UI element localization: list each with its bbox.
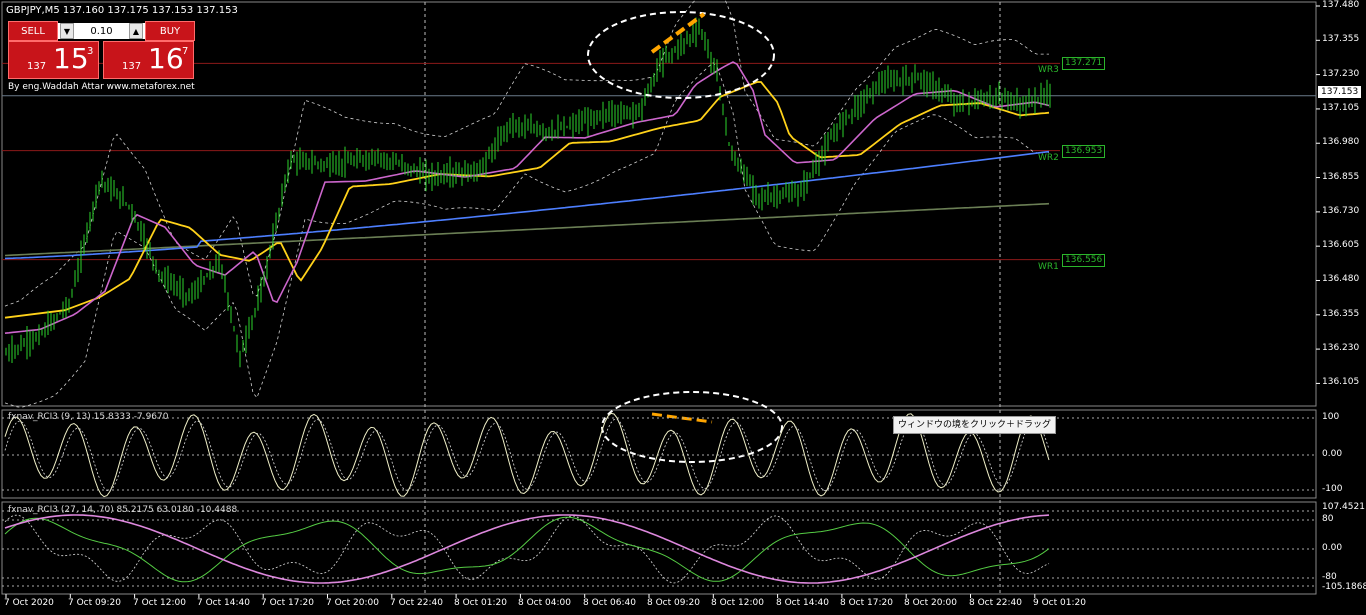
sell-button[interactable]: SELL	[8, 21, 58, 41]
price-axis-label-6: 136.730	[1322, 206, 1360, 216]
price-axis-label-4: 136.980	[1322, 137, 1360, 147]
price-axis-label-9: 136.355	[1322, 309, 1360, 319]
sell-price-point: 3	[87, 46, 94, 57]
time-axis-label-14: 8 Oct 20:00	[904, 598, 957, 608]
indicator2-level-2: 0.00	[1322, 543, 1343, 553]
buy-price-prefix: 137	[122, 61, 142, 72]
time-axis-label-7: 8 Oct 01:20	[454, 598, 507, 608]
price-axis-label-8: 136.480	[1322, 274, 1360, 284]
time-axis-label-10: 8 Oct 09:20	[647, 598, 700, 608]
time-axis-label-6: 7 Oct 22:40	[390, 598, 443, 608]
time-axis-label-1: 7 Oct 09:20	[68, 598, 121, 608]
indicator2-level-1: 80	[1322, 514, 1334, 524]
current-price-tag: 137.153	[1318, 86, 1362, 98]
indicator2-pane-frame	[1, 501, 1317, 595]
indicator1-level-1: 0.00	[1322, 449, 1343, 459]
indicator1-label: fxnav_RCI3 (9, 13) 15.8333 -7.9670	[8, 412, 169, 422]
sell-price-main: 15	[53, 42, 89, 75]
one-click-trading-panel: SELL 0.10 ▼ ▲ BUY 137 15 3 137 16 7	[8, 21, 195, 81]
indicator2-label: fxnav_RCI3 (27, 14, 70) 85.2175 63.0180 …	[8, 505, 238, 515]
price-axis-label-1: 137.355	[1322, 34, 1360, 44]
indicator2-level-4: -105.1868	[1322, 582, 1366, 592]
price-axis-label-0: 137.480	[1322, 0, 1360, 10]
price-axis-label-3: 137.105	[1322, 103, 1360, 113]
ma-blue-line	[4, 150, 1050, 260]
annotation-ellipse-indicator	[601, 391, 783, 463]
chart-window[interactable]: GBPJPY,M5 137.160 137.175 137.153 137.15…	[0, 0, 1366, 615]
buy-price-button[interactable]: 137 16 7	[103, 41, 194, 79]
time-axis-label-5: 7 Oct 20:00	[326, 598, 379, 608]
indicator1-level-0: 100	[1322, 412, 1340, 422]
ma-magenta-line	[4, 61, 1050, 334]
time-axis-label-11: 8 Oct 12:00	[711, 598, 764, 608]
time-axis-label-2: 7 Oct 12:00	[133, 598, 186, 608]
pivot-name-wr2: WR2	[1038, 153, 1059, 163]
price-axis-label-7: 136.605	[1322, 240, 1360, 250]
time-axis-label-9: 8 Oct 06:40	[583, 598, 636, 608]
time-axis-label-16: 9 Oct 01:20	[1033, 598, 1086, 608]
time-axis-label-3: 7 Oct 14:40	[197, 598, 250, 608]
time-axis-label-0: 7 Oct 2020	[4, 598, 54, 608]
indicator2-level-0: 107.4521	[1322, 502, 1365, 512]
sell-price-button[interactable]: 137 15 3	[8, 41, 99, 79]
pivot-value-wr2: 136.953	[1062, 145, 1106, 158]
time-axis-label-13: 8 Oct 17:20	[840, 598, 893, 608]
price-axis-label-5: 136.855	[1322, 172, 1360, 182]
resize-tooltip: ウィンドウの境をクリック＋ドラッグ	[893, 416, 1057, 434]
sell-price-prefix: 137	[27, 61, 47, 72]
price-axis-label-11: 136.105	[1322, 377, 1360, 387]
pivot-name-wr3: WR3	[1038, 65, 1059, 75]
buy-price-main: 16	[148, 42, 184, 75]
time-axis-label-8: 8 Oct 04:00	[518, 598, 571, 608]
symbol-header: GBPJPY,M5 137.160 137.175 137.153 137.15…	[6, 5, 238, 16]
time-axis-label-12: 8 Oct 14:40	[776, 598, 829, 608]
lot-increase-arrow-icon[interactable]: ▲	[129, 23, 143, 39]
time-axis-label-15: 8 Oct 22:40	[969, 598, 1022, 608]
time-axis-label-4: 7 Oct 17:20	[261, 598, 314, 608]
buy-button[interactable]: BUY	[145, 21, 195, 41]
bollinger-lower-band	[4, 62, 1050, 408]
indicator1-level-2: -100	[1322, 484, 1343, 494]
price-axis-label-10: 136.230	[1322, 343, 1360, 353]
pivot-name-wr1: WR1	[1038, 262, 1059, 272]
author-credit: By eng.Waddah Attar www.metaforex.net	[8, 82, 195, 92]
pivot-value-wr3: 137.271	[1062, 57, 1106, 70]
main-pane-frame	[1, 1, 1317, 407]
price-axis-label-2: 137.230	[1322, 69, 1360, 79]
buy-price-point: 7	[182, 46, 189, 57]
pivot-value-wr1: 136.556	[1062, 254, 1106, 267]
lot-decrease-arrow-icon[interactable]: ▼	[60, 23, 74, 39]
indicator1-pane-frame	[1, 409, 1317, 499]
indicator2-level-3: -80	[1322, 572, 1337, 582]
chart-canvas[interactable]	[0, 0, 1366, 615]
